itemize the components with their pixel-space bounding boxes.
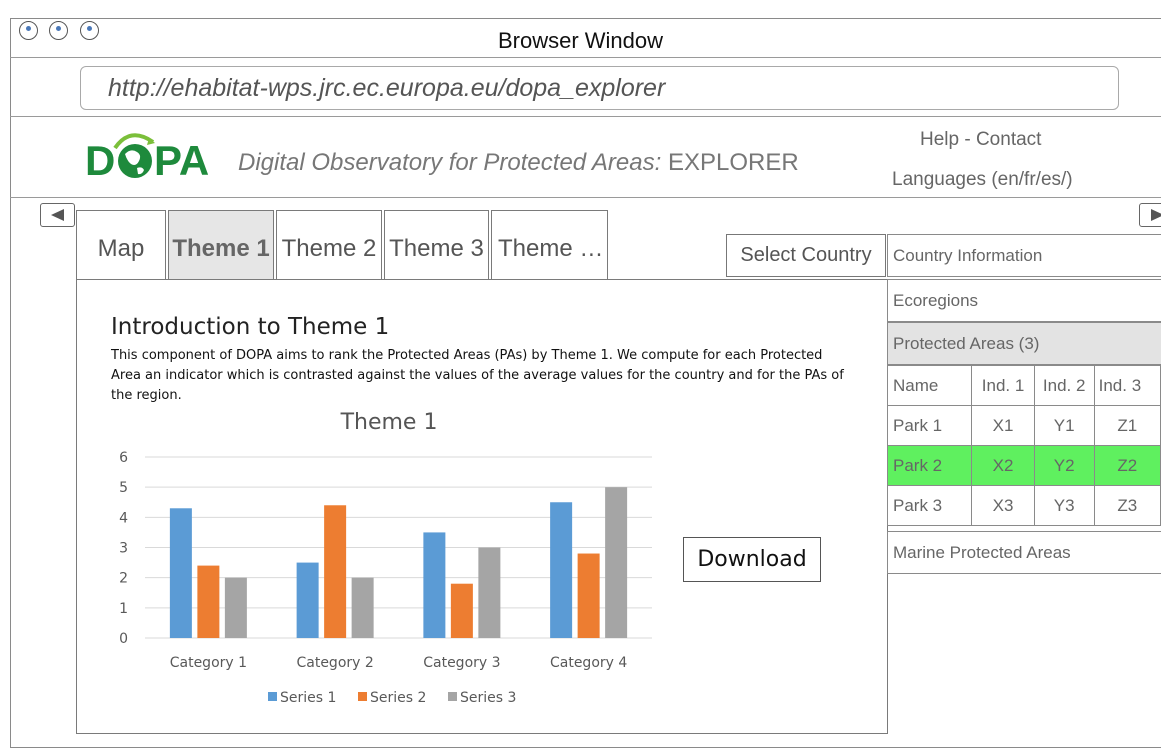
bar-1-3 — [423, 532, 446, 638]
y-tick-label: 6 — [119, 450, 128, 466]
table-cell[interactable]: Y1 — [1033, 405, 1095, 446]
tab-theme-1[interactable]: Theme 1 — [168, 210, 274, 281]
table-cell[interactable]: Park 1 — [886, 405, 973, 446]
bar-2-1 — [197, 565, 220, 638]
table-row[interactable]: Park 1 X1 Y1 Z1 — [886, 405, 1161, 446]
y-tick-label: 1 — [119, 601, 128, 617]
tab-theme-3[interactable]: Theme 3 — [384, 210, 489, 281]
bar-3-2 — [351, 577, 374, 638]
bar-2-3 — [450, 583, 473, 638]
address-bar-url[interactable]: http://ehabitat-wps.jrc.ec.europa.eu/dop… — [108, 74, 665, 103]
table-cell[interactable]: Z2 — [1093, 445, 1161, 486]
y-tick-label: 4 — [119, 510, 128, 526]
site-title-main: Digital Observatory for Protected Areas: — [238, 149, 662, 176]
chart-legend: Series 1 Series 2 Series 3 — [268, 690, 516, 706]
download-button[interactable]: Download — [683, 537, 821, 582]
bar-3-4 — [605, 487, 628, 638]
table-header-row: Name Ind. 1 Ind. 2 Ind. 3 — [886, 365, 1161, 406]
scroll-left-button[interactable] — [40, 203, 75, 227]
site-title: Digital Observatory for Protected Areas:… — [238, 149, 799, 177]
country-information-item[interactable]: Country Information — [887, 234, 1161, 277]
chart-grid — [145, 456, 652, 639]
logo-letters-pa: PA — [154, 137, 209, 184]
x-tick-label: Category 4 — [550, 655, 627, 671]
legend-swatch — [268, 692, 277, 701]
bar-1-4 — [550, 502, 573, 638]
x-tick-label: Category 1 — [170, 655, 247, 671]
chart-title: Theme 1 — [340, 410, 438, 435]
bar-2-4 — [577, 553, 600, 638]
table-cell[interactable]: Z3 — [1093, 485, 1161, 526]
bar-2-2 — [324, 505, 347, 638]
y-tick-label: 0 — [119, 631, 128, 647]
divider — [10, 197, 1161, 198]
site-title-suffix: EXPLORER — [661, 149, 799, 176]
column-header-ind-2[interactable]: Ind. 2 — [1033, 365, 1095, 406]
x-tick-label: Category 3 — [423, 655, 500, 671]
x-tick-label: Category 2 — [296, 655, 373, 671]
table-row[interactable]: Park 3 X3 Y3 Z3 — [886, 485, 1161, 526]
arrow-right-icon — [1151, 209, 1161, 221]
table-cell[interactable]: X1 — [971, 405, 1035, 446]
bar-1-1 — [169, 508, 192, 638]
table-cell[interactable]: Park 3 — [886, 485, 973, 526]
column-header-ind-3[interactable]: Ind. 3 — [1093, 365, 1161, 406]
bar-3-1 — [224, 577, 247, 638]
intro-title: Introduction to Theme 1 — [111, 314, 390, 340]
dopa-logo[interactable]: D PA — [85, 128, 225, 190]
theme-chart: 0 1 2 3 4 5 6 Category 1 Category 2 Category 3 Cat… — [119, 410, 652, 706]
table-cell[interactable]: X2 — [971, 445, 1035, 486]
scroll-right-button[interactable] — [1139, 203, 1161, 227]
protected-areas-table: Name Ind. 1 Ind. 2 Ind. 3 Park 1 X1 Y1 Z… — [886, 365, 1161, 526]
table-cell[interactable]: Z1 — [1093, 405, 1161, 446]
tab-map[interactable]: Map — [76, 210, 166, 281]
table-cell[interactable]: Y3 — [1033, 485, 1095, 526]
table-cell[interactable]: Y2 — [1033, 445, 1095, 486]
divider — [10, 57, 1161, 58]
bar-1-2 — [296, 562, 319, 638]
y-tick-label: 2 — [119, 571, 128, 587]
legend-swatch — [358, 692, 367, 701]
languages-link[interactable]: Languages (en/fr/es/) — [892, 169, 1073, 191]
legend-label: Series 2 — [370, 690, 426, 706]
logo-letter-d: D — [85, 137, 115, 184]
legend-label: Series 3 — [460, 690, 516, 706]
table-cell[interactable]: Park 2 — [886, 445, 973, 486]
legend-label: Series 1 — [280, 690, 336, 706]
marine-protected-areas-item[interactable]: Marine Protected Areas — [887, 531, 1161, 574]
y-tick-label: 5 — [119, 480, 128, 496]
select-country-button[interactable]: Select Country — [726, 234, 886, 277]
protected-areas-item[interactable]: Protected Areas (3) — [887, 322, 1161, 365]
tab-theme-2[interactable]: Theme 2 — [276, 210, 382, 281]
ecoregions-item[interactable]: Ecoregions — [887, 279, 1161, 322]
window-title: Browser Window — [497, 28, 664, 53]
table-cell[interactable]: X3 — [971, 485, 1035, 526]
tab-theme-more[interactable]: Theme … — [491, 210, 608, 281]
arrow-left-icon — [51, 209, 64, 221]
table-row-selected[interactable]: Park 2 X2 Y2 Z2 — [886, 445, 1161, 486]
chart-bars — [169, 487, 628, 638]
divider — [10, 116, 1161, 117]
column-header-ind-1[interactable]: Ind. 1 — [971, 365, 1035, 406]
help-contact-link[interactable]: Help - Contact — [920, 129, 1041, 151]
y-tick-label: 3 — [119, 541, 128, 557]
legend-swatch — [448, 692, 457, 701]
intro-text: This component of DOPA aims to rank the … — [111, 348, 844, 403]
column-header-name[interactable]: Name — [886, 365, 973, 406]
bar-3-3 — [478, 547, 501, 638]
